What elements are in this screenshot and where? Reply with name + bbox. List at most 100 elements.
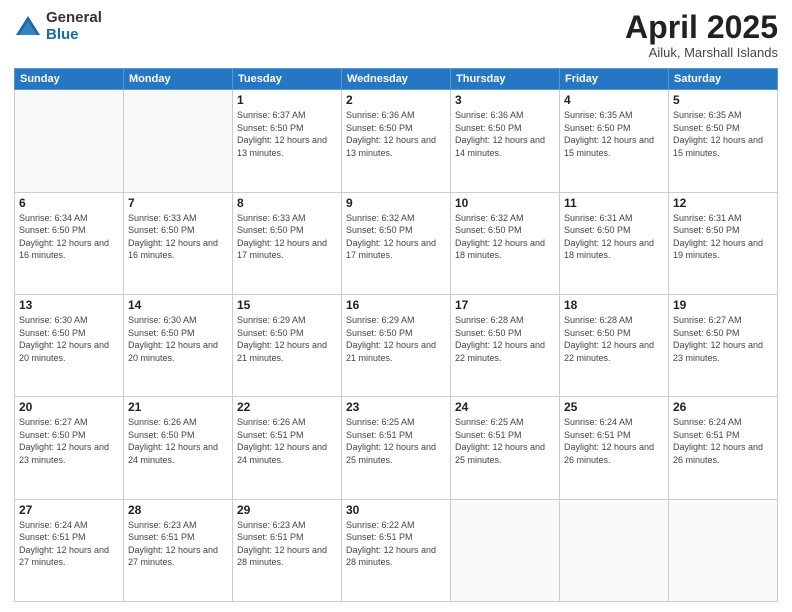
table-row: 4 Sunrise: 6:35 AMSunset: 6:50 PMDaylight… [560, 90, 669, 192]
day-info: Sunrise: 6:27 AMSunset: 6:50 PMDaylight:… [673, 314, 773, 364]
table-row: 13 Sunrise: 6:30 AMSunset: 6:50 PMDayligh… [15, 294, 124, 396]
col-thursday: Thursday [451, 69, 560, 90]
logo-text: General Blue [46, 10, 102, 43]
day-info: Sunrise: 6:23 AMSunset: 6:51 PMDaylight:… [128, 519, 228, 569]
table-row [124, 90, 233, 192]
logo: General Blue [14, 10, 102, 43]
logo-blue-text: Blue [46, 27, 102, 44]
col-tuesday: Tuesday [233, 69, 342, 90]
day-number: 23 [346, 400, 446, 414]
day-number: 21 [128, 400, 228, 414]
day-number: 20 [19, 400, 119, 414]
day-info: Sunrise: 6:24 AMSunset: 6:51 PMDaylight:… [19, 519, 119, 569]
table-row: 12Sunrise: 6:31 AMSunset: 6:50 PMDayligh… [669, 192, 778, 294]
page: General Blue April 2025 Ailuk, Marshall … [0, 0, 792, 612]
day-info: Sunrise: 6:24 AMSunset: 6:51 PMDaylight:… [673, 416, 773, 466]
table-row [451, 499, 560, 601]
table-row: 28 Sunrise: 6:23 AMSunset: 6:51 PMDayligh… [124, 499, 233, 601]
col-saturday: Saturday [669, 69, 778, 90]
day-number: 18 [564, 298, 664, 312]
table-row: 14 Sunrise: 6:30 AMSunset: 6:50 PMDayligh… [124, 294, 233, 396]
day-number: 1 [237, 93, 337, 107]
col-friday: Friday [560, 69, 669, 90]
title-month: April 2025 [625, 10, 778, 45]
table-row: 29Sunrise: 6:23 AMSunset: 6:51 PMDayligh… [233, 499, 342, 601]
day-info: Sunrise: 6:27 AMSunset: 6:50 PMDaylight:… [19, 416, 119, 466]
day-number: 25 [564, 400, 664, 414]
day-number: 13 [19, 298, 119, 312]
day-info: Sunrise: 6:35 AMSunset: 6:50 PMDaylight:… [673, 109, 773, 159]
day-info: Sunrise: 6:26 AMSunset: 6:50 PMDaylight:… [128, 416, 228, 466]
title-block: April 2025 Ailuk, Marshall Islands [625, 10, 778, 60]
header: General Blue April 2025 Ailuk, Marshall … [14, 10, 778, 60]
day-number: 12 [673, 196, 773, 210]
header-row: Sunday Monday Tuesday Wednesday Thursday… [15, 69, 778, 90]
day-number: 17 [455, 298, 555, 312]
day-number: 8 [237, 196, 337, 210]
day-info: Sunrise: 6:28 AMSunset: 6:50 PMDaylight:… [455, 314, 555, 364]
day-info: Sunrise: 6:23 AMSunset: 6:51 PMDaylight:… [237, 519, 337, 569]
day-number: 9 [346, 196, 446, 210]
day-info: Sunrise: 6:29 AMSunset: 6:50 PMDaylight:… [237, 314, 337, 364]
day-info: Sunrise: 6:36 AMSunset: 6:50 PMDaylight:… [346, 109, 446, 159]
table-row: 18 Sunrise: 6:28 AMSunset: 6:50 PMDayligh… [560, 294, 669, 396]
logo-icon [14, 13, 42, 41]
table-row: 7 Sunrise: 6:33 AMSunset: 6:50 PMDaylight… [124, 192, 233, 294]
day-info: Sunrise: 6:30 AMSunset: 6:50 PMDaylight:… [19, 314, 119, 364]
day-number: 27 [19, 503, 119, 517]
table-row: 24Sunrise: 6:25 AMSunset: 6:51 PMDayligh… [451, 397, 560, 499]
day-number: 7 [128, 196, 228, 210]
table-row: 30 Sunrise: 6:22 AMSunset: 6:51 PMDayligh… [342, 499, 451, 601]
day-info: Sunrise: 6:32 AMSunset: 6:50 PMDaylight:… [455, 212, 555, 262]
day-number: 14 [128, 298, 228, 312]
day-info: Sunrise: 6:33 AMSunset: 6:50 PMDaylight:… [237, 212, 337, 262]
table-row: 27 Sunrise: 6:24 AMSunset: 6:51 PMDayligh… [15, 499, 124, 601]
day-info: Sunrise: 6:36 AMSunset: 6:50 PMDaylight:… [455, 109, 555, 159]
day-number: 10 [455, 196, 555, 210]
day-number: 30 [346, 503, 446, 517]
day-info: Sunrise: 6:37 AMSunset: 6:50 PMDaylight:… [237, 109, 337, 159]
col-wednesday: Wednesday [342, 69, 451, 90]
table-row: 19 Sunrise: 6:27 AMSunset: 6:50 PMDayligh… [669, 294, 778, 396]
table-row: 21 Sunrise: 6:26 AMSunset: 6:50 PMDayligh… [124, 397, 233, 499]
table-row: 25Sunrise: 6:24 AMSunset: 6:51 PMDayligh… [560, 397, 669, 499]
calendar-table: Sunday Monday Tuesday Wednesday Thursday… [14, 68, 778, 602]
day-number: 2 [346, 93, 446, 107]
table-row: 22Sunrise: 6:26 AMSunset: 6:51 PMDayligh… [233, 397, 342, 499]
day-info: Sunrise: 6:25 AMSunset: 6:51 PMDaylight:… [346, 416, 446, 466]
day-info: Sunrise: 6:34 AMSunset: 6:50 PMDaylight:… [19, 212, 119, 262]
table-row: 11 Sunrise: 6:31 AMSunset: 6:50 PMDayligh… [560, 192, 669, 294]
calendar-week-row: 27 Sunrise: 6:24 AMSunset: 6:51 PMDayligh… [15, 499, 778, 601]
day-number: 5 [673, 93, 773, 107]
calendar-week-row: 6 Sunrise: 6:34 AMSunset: 6:50 PMDaylight… [15, 192, 778, 294]
table-row [560, 499, 669, 601]
calendar-week-row: 13 Sunrise: 6:30 AMSunset: 6:50 PMDayligh… [15, 294, 778, 396]
day-number: 6 [19, 196, 119, 210]
day-info: Sunrise: 6:33 AMSunset: 6:50 PMDaylight:… [128, 212, 228, 262]
day-number: 22 [237, 400, 337, 414]
table-row: 16 Sunrise: 6:29 AMSunset: 6:50 PMDayligh… [342, 294, 451, 396]
table-row: 5 Sunrise: 6:35 AMSunset: 6:50 PMDaylight… [669, 90, 778, 192]
calendar-week-row: 20 Sunrise: 6:27 AMSunset: 6:50 PMDayligh… [15, 397, 778, 499]
day-number: 4 [564, 93, 664, 107]
day-number: 11 [564, 196, 664, 210]
day-info: Sunrise: 6:22 AMSunset: 6:51 PMDaylight:… [346, 519, 446, 569]
table-row: 10 Sunrise: 6:32 AMSunset: 6:50 PMDayligh… [451, 192, 560, 294]
table-row: 1 Sunrise: 6:37 AMSunset: 6:50 PMDaylight… [233, 90, 342, 192]
table-row [669, 499, 778, 601]
day-info: Sunrise: 6:32 AMSunset: 6:50 PMDaylight:… [346, 212, 446, 262]
logo-general-text: General [46, 10, 102, 27]
day-info: Sunrise: 6:29 AMSunset: 6:50 PMDaylight:… [346, 314, 446, 364]
day-number: 16 [346, 298, 446, 312]
day-number: 19 [673, 298, 773, 312]
day-info: Sunrise: 6:35 AMSunset: 6:50 PMDaylight:… [564, 109, 664, 159]
day-number: 28 [128, 503, 228, 517]
day-info: Sunrise: 6:30 AMSunset: 6:50 PMDaylight:… [128, 314, 228, 364]
day-info: Sunrise: 6:25 AMSunset: 6:51 PMDaylight:… [455, 416, 555, 466]
day-number: 26 [673, 400, 773, 414]
title-location: Ailuk, Marshall Islands [625, 45, 778, 60]
table-row: 8 Sunrise: 6:33 AMSunset: 6:50 PMDaylight… [233, 192, 342, 294]
table-row: 20 Sunrise: 6:27 AMSunset: 6:50 PMDayligh… [15, 397, 124, 499]
day-info: Sunrise: 6:28 AMSunset: 6:50 PMDaylight:… [564, 314, 664, 364]
day-info: Sunrise: 6:31 AMSunset: 6:50 PMDaylight:… [564, 212, 664, 262]
